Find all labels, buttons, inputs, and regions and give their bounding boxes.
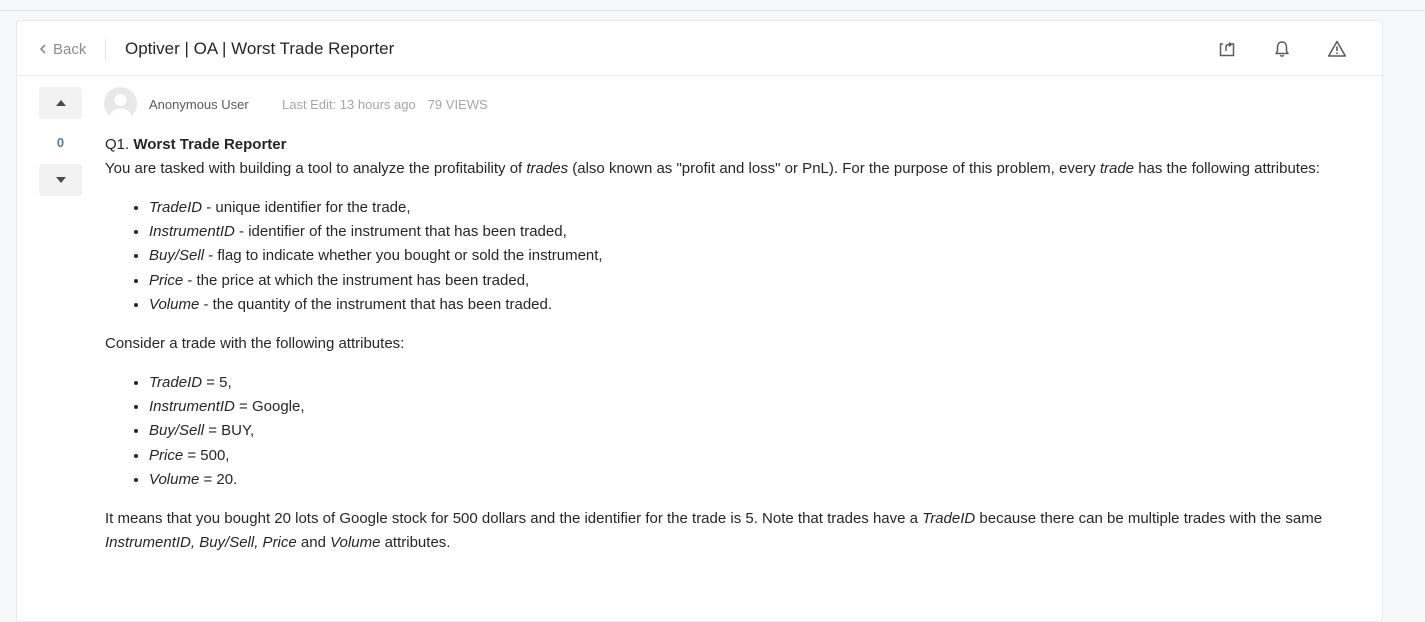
post-card: Back Optiver | OA | Worst Trade Reporter xyxy=(16,20,1383,622)
share-icon[interactable] xyxy=(1217,39,1237,59)
list-item: TradeID - unique identifier for the trad… xyxy=(149,196,1355,220)
page-title: Optiver | OA | Worst Trade Reporter xyxy=(125,39,395,58)
consider-paragraph: Consider a trade with the following attr… xyxy=(105,335,405,353)
top-bar xyxy=(0,0,1425,11)
list-item: Volume - the quantity of the instrument … xyxy=(149,293,1355,317)
intro-emphasis: trade xyxy=(1099,160,1135,177)
author-name[interactable]: Anonymous User xyxy=(149,97,249,112)
chevron-left-icon xyxy=(39,44,46,54)
intro-emphasis: trades xyxy=(526,160,569,177)
post-content: Q1. Worst Trade Reporter You are tasked … xyxy=(105,133,1355,555)
upvote-button[interactable] xyxy=(39,87,82,119)
intro-text: You are tasked with building a tool to a… xyxy=(105,160,527,177)
list-item: Buy/Sell = BUY, xyxy=(149,419,1355,443)
question-title: Worst Trade Reporter xyxy=(133,136,287,153)
list-item: Price = 500, xyxy=(149,444,1355,468)
list-item: InstrumentID - identifier of the instrum… xyxy=(149,220,1355,244)
user-icon xyxy=(109,94,132,120)
back-label: Back xyxy=(53,40,87,58)
list-item: Volume = 20. xyxy=(149,468,1355,492)
question-heading: Q1. Worst Trade Reporter xyxy=(105,133,1355,157)
list-item: TradeID = 5, xyxy=(149,371,1355,395)
attributes-list: TradeID - unique identifier for the trad… xyxy=(105,196,1355,317)
caret-down-icon xyxy=(55,177,66,183)
downvote-button[interactable] xyxy=(39,164,82,196)
view-count: 79 VIEWS xyxy=(427,97,488,112)
question-number: Q1. xyxy=(105,136,130,153)
intro-text: (also known as "profit and loss" or PnL)… xyxy=(568,160,1100,177)
list-item: InstrumentID = Google, xyxy=(149,395,1355,419)
intro-text: has the following attributes: xyxy=(1134,160,1320,177)
avatar[interactable] xyxy=(104,87,137,120)
example-list: TradeID = 5, InstrumentID = Google, Buy/… xyxy=(105,371,1355,492)
explanation-paragraph: It means that you bought 20 lots of Goog… xyxy=(105,510,1323,552)
last-edit: Last Edit: 13 hours ago xyxy=(282,97,416,112)
post-meta: Last Edit: 13 hours ago 79 VIEWS xyxy=(282,97,488,112)
vote-count: 0 xyxy=(56,135,65,150)
list-item: Buy/Sell - flag to indicate whether you … xyxy=(149,244,1355,268)
bell-icon[interactable] xyxy=(1272,39,1292,59)
caret-up-icon xyxy=(55,100,66,106)
post-header: Back Optiver | OA | Worst Trade Reporter xyxy=(17,21,1382,76)
intro-paragraph: You are tasked with building a tool to a… xyxy=(105,157,1355,181)
divider xyxy=(105,39,106,61)
warning-icon[interactable] xyxy=(1327,39,1347,59)
back-button[interactable]: Back xyxy=(39,40,86,58)
list-item: Price - the price at which the instrumen… xyxy=(149,269,1355,293)
